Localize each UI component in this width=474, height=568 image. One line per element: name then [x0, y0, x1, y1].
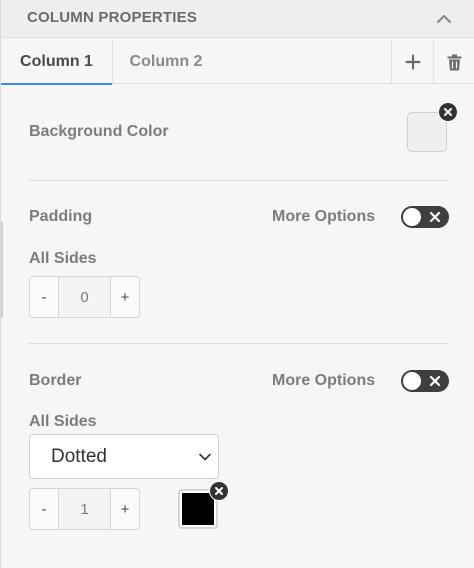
- border-all-sides-label: All Sides: [29, 413, 97, 430]
- section-divider: [29, 180, 449, 181]
- close-icon: [444, 108, 452, 116]
- padding-more-options-toggle[interactable]: [401, 206, 449, 228]
- close-icon: [429, 211, 441, 223]
- padding-more-options-label: More Options: [272, 208, 376, 225]
- tab-column-1[interactable]: Column 1: [1, 40, 113, 85]
- tab-label: Column 2: [129, 53, 203, 70]
- plus-icon: [404, 54, 421, 70]
- trash-icon: [447, 54, 462, 70]
- tab-column-2[interactable]: Column 2: [113, 40, 219, 84]
- panel-title: COLUMN PROPERTIES: [27, 9, 198, 26]
- border-style-value: Dotted: [51, 446, 107, 467]
- close-icon: [215, 487, 223, 495]
- background-color-label: Background Color: [29, 123, 169, 140]
- resize-rule: [1, 222, 3, 318]
- panel-header: COLUMN PROPERTIES: [1, 0, 474, 38]
- add-column-button[interactable]: [391, 40, 433, 84]
- border-style-select[interactable]: Dotted: [29, 434, 219, 479]
- border-more-options-label: More Options: [272, 372, 376, 389]
- section-divider: [29, 343, 449, 344]
- border-width-increment-button[interactable]: +: [110, 489, 139, 529]
- clear-background-color-button[interactable]: [438, 102, 458, 122]
- padding-increment-button[interactable]: +: [110, 277, 139, 317]
- tab-label: Column 1: [20, 53, 93, 70]
- padding-value-input[interactable]: 0: [59, 277, 110, 317]
- border-color-fill: [182, 493, 214, 525]
- border-width-value-input[interactable]: 1: [59, 489, 110, 529]
- padding-label: Padding: [29, 208, 93, 225]
- delete-column-button[interactable]: [433, 40, 474, 84]
- padding-all-sides-label: All Sides: [29, 250, 97, 267]
- clear-border-color-button[interactable]: [209, 481, 229, 501]
- column-properties-panel: COLUMN PROPERTIES Column 1 Column 2 Back…: [0, 0, 474, 568]
- toggle-knob: [403, 372, 421, 390]
- toggle-knob: [403, 208, 421, 226]
- collapse-button[interactable]: [431, 8, 457, 30]
- border-width-decrement-button[interactable]: -: [30, 489, 59, 529]
- padding-stepper: - 0 +: [29, 276, 140, 318]
- chevron-down-icon: [199, 453, 211, 461]
- border-label: Border: [29, 372, 82, 389]
- padding-decrement-button[interactable]: -: [30, 277, 59, 317]
- close-icon: [429, 375, 441, 387]
- border-width-stepper: - 1 +: [29, 488, 140, 530]
- chevron-up-icon: [436, 14, 452, 24]
- column-tabs: Column 1 Column 2: [1, 40, 474, 85]
- border-more-options-toggle[interactable]: [401, 370, 449, 392]
